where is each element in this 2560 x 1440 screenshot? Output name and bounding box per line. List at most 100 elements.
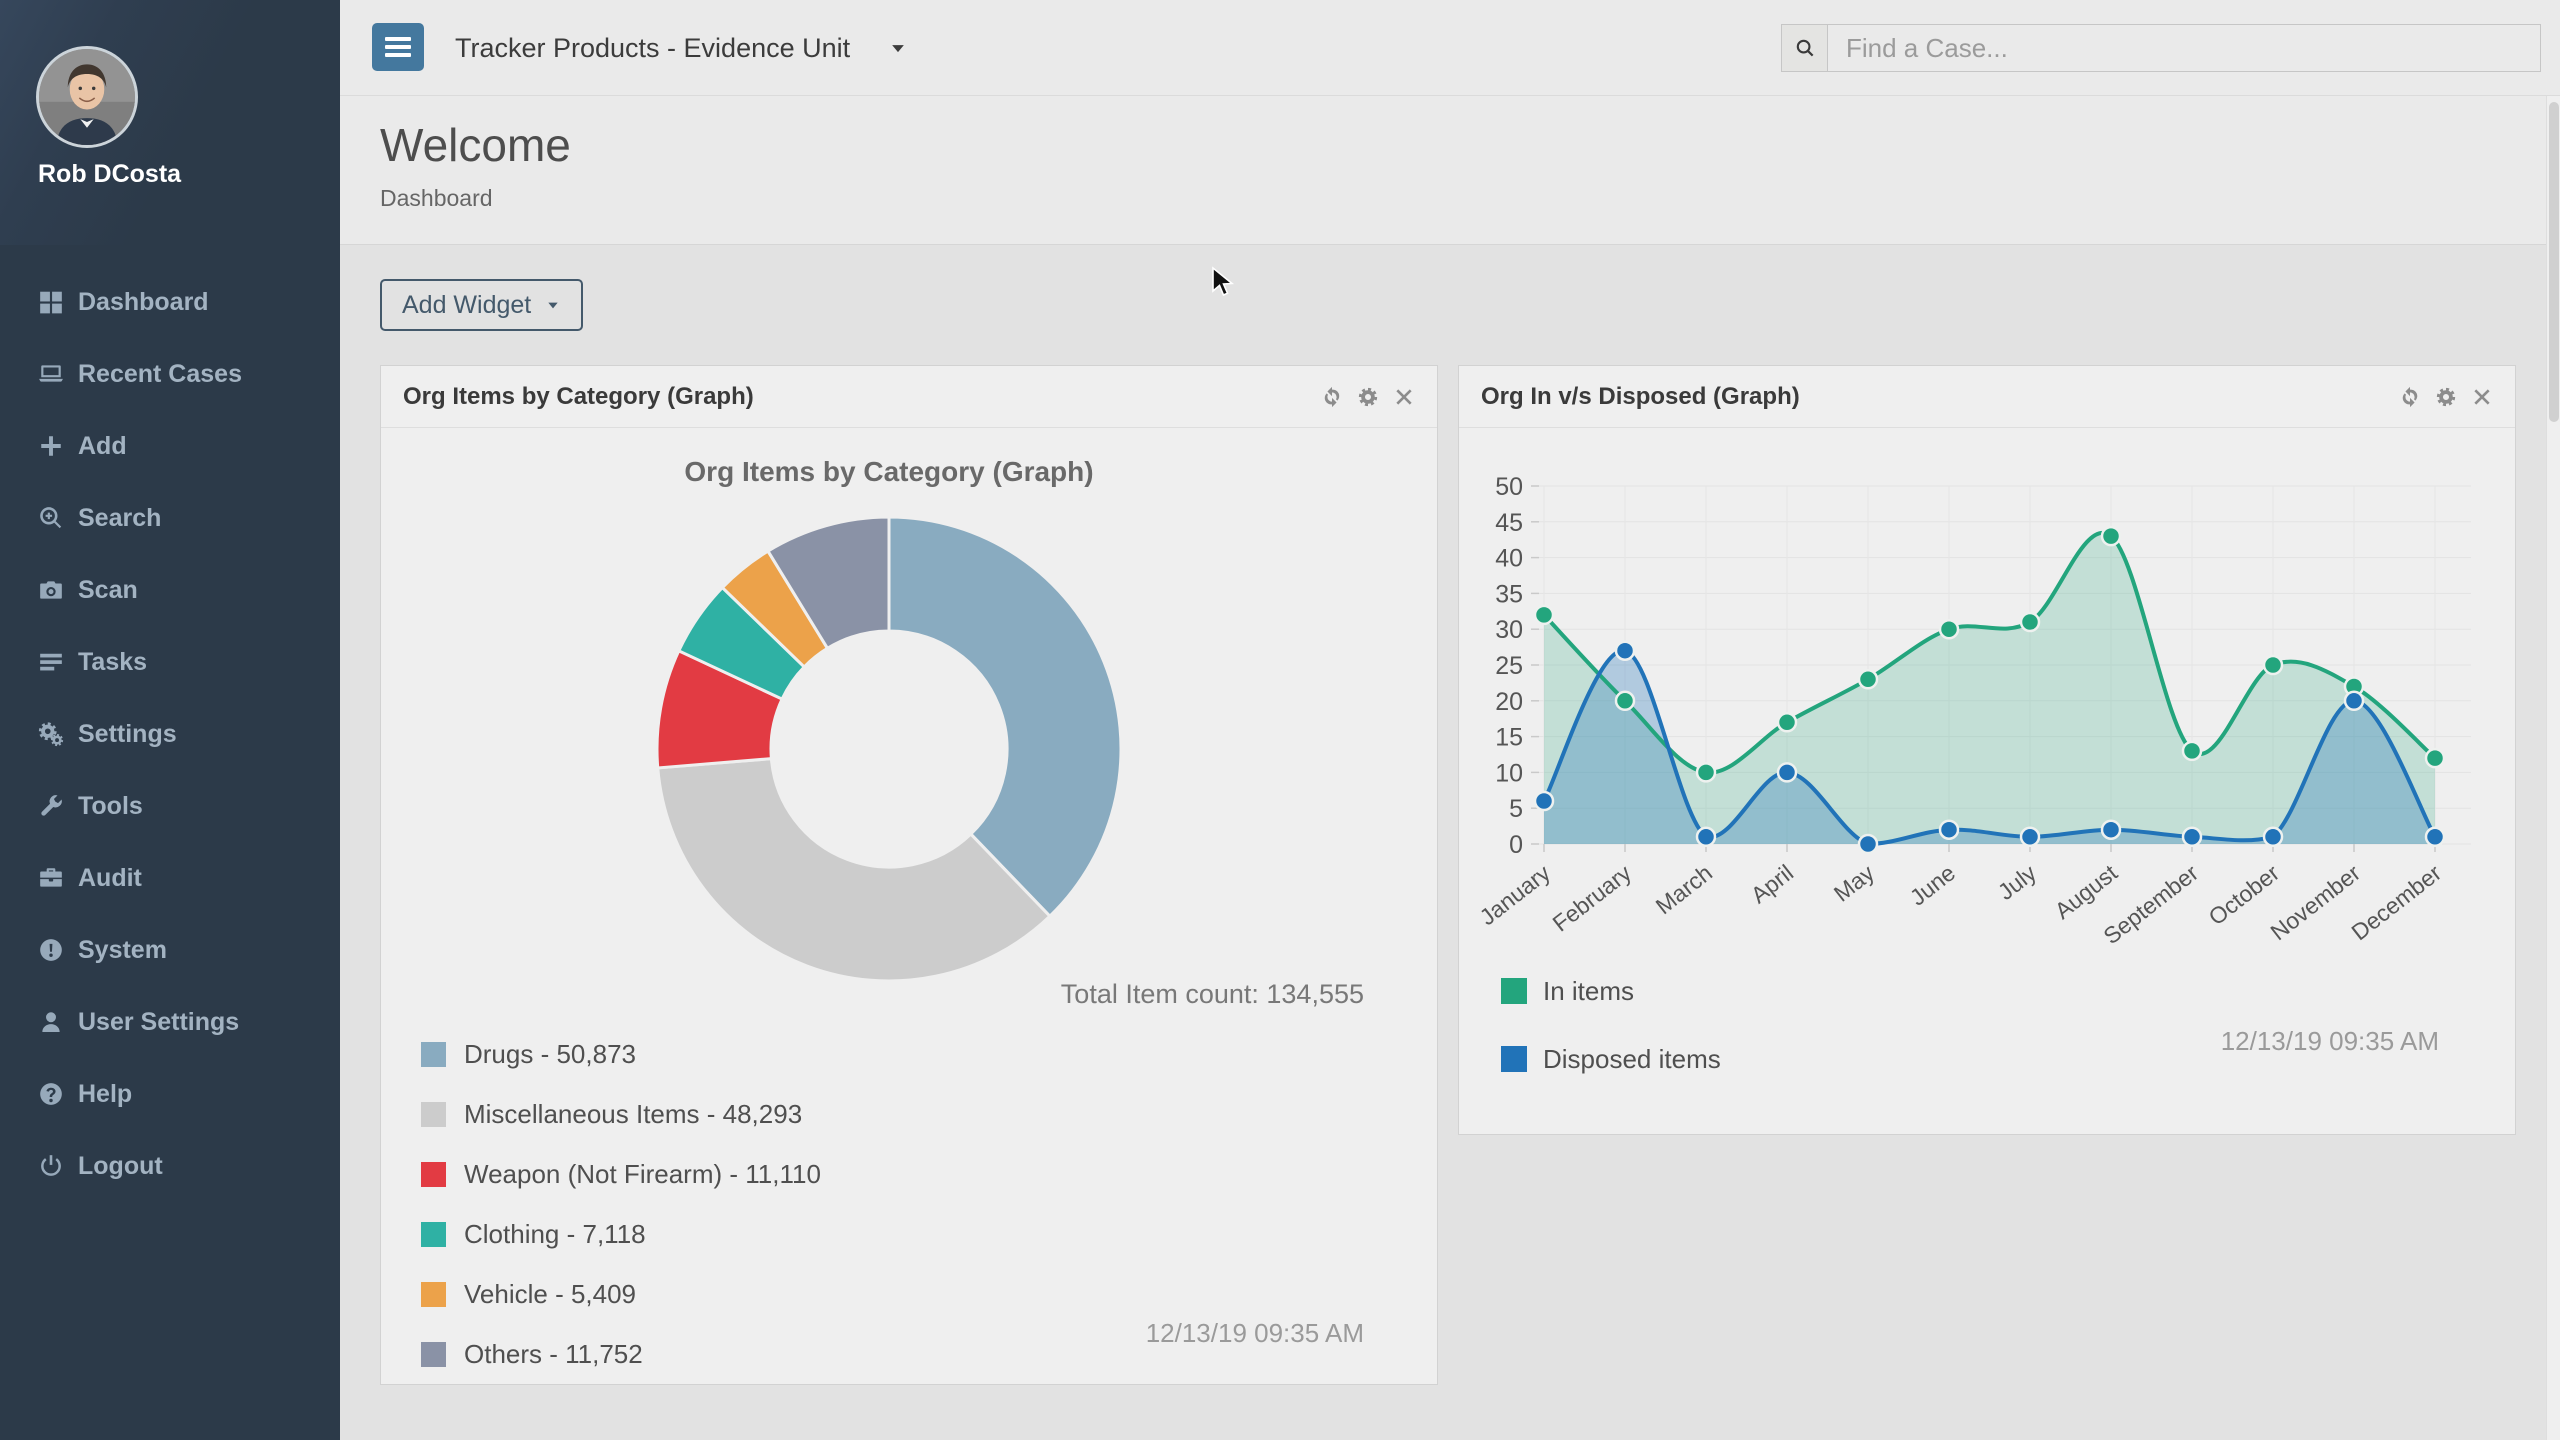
line-chart[interactable]: 05101520253035404550JanuaryFebruaryMarch… — [1459, 428, 2515, 948]
page-head: Welcome Dashboard — [340, 96, 2560, 245]
legend-item: Disposed items — [1501, 1041, 1721, 1077]
widget-org-in-vs-disposed: Org In v/s Disposed (Graph) 051015202530… — [1458, 365, 2516, 1135]
avatar-photo — [39, 49, 135, 145]
legend-item: Others - 11,752 — [421, 1324, 821, 1384]
line-chart-legend: In items Disposed items — [1501, 973, 1721, 1109]
legend-label: Disposed items — [1543, 1044, 1721, 1075]
sidebar-item-audit[interactable]: Audit — [0, 842, 340, 914]
sidebar-item-dashboard[interactable]: Dashboard — [0, 266, 340, 338]
legend-item: Miscellaneous Items - 48,293 — [421, 1084, 821, 1144]
search-input[interactable] — [1827, 24, 2541, 72]
gears-icon — [38, 721, 64, 747]
svg-text:July: July — [1993, 859, 2042, 905]
add-widget-button[interactable]: Add Widget — [380, 279, 583, 331]
sidebar-item-label: Scan — [78, 576, 138, 605]
sidebar-item-search[interactable]: Search — [0, 482, 340, 554]
svg-text:5: 5 — [1509, 795, 1523, 823]
sidebar-item-label: Logout — [78, 1152, 163, 1181]
svg-text:20: 20 — [1495, 688, 1523, 716]
legend-label: Miscellaneous Items - 48,293 — [464, 1099, 802, 1130]
page-title: Welcome — [380, 96, 2560, 172]
sidebar-item-user-settings[interactable]: User Settings — [0, 986, 340, 1058]
avatar[interactable] — [36, 46, 138, 148]
page-scrollbar[interactable] — [2546, 96, 2560, 1440]
briefcase-icon — [38, 865, 64, 891]
scrollbar-thumb[interactable] — [2549, 102, 2559, 422]
app-title-dropdown[interactable]: Tracker Products - Evidence Unit — [455, 0, 908, 96]
dashboard-content: Add Widget Org Items by Category (Graph) — [340, 245, 2560, 1439]
grid-icon — [38, 289, 64, 315]
sidebar-item-add[interactable]: Add — [0, 410, 340, 482]
widget-title: Org Items by Category (Graph) — [403, 383, 754, 411]
camera-icon — [38, 577, 64, 603]
svg-text:35: 35 — [1495, 580, 1523, 608]
svg-text:50: 50 — [1495, 473, 1523, 501]
sidebar-item-label: System — [78, 936, 167, 965]
close-icon[interactable] — [1393, 386, 1415, 408]
legend-label: In items — [1543, 976, 1634, 1007]
sidebar-item-help[interactable]: Help — [0, 1058, 340, 1130]
legend-swatch — [1501, 1046, 1527, 1072]
svg-text:0: 0 — [1509, 831, 1523, 859]
svg-text:April: April — [1746, 859, 1798, 908]
sidebar-item-label: Add — [78, 432, 127, 461]
svg-text:November: November — [2265, 859, 2365, 945]
widget-row: Org Items by Category (Graph) Org Items … — [380, 365, 2516, 1385]
search-icon[interactable] — [1781, 24, 1827, 72]
breadcrumb: Dashboard — [380, 185, 2560, 212]
gear-icon[interactable] — [1357, 386, 1379, 408]
svg-text:30: 30 — [1495, 616, 1523, 644]
refresh-icon[interactable] — [2399, 386, 2421, 408]
sidebar-item-label: User Settings — [78, 1008, 239, 1037]
topbar: Tracker Products - Evidence Unit — [340, 0, 2560, 96]
sidebar-header: Rob DCosta — [0, 0, 340, 245]
help-icon — [38, 1081, 64, 1107]
refresh-icon[interactable] — [1321, 386, 1343, 408]
sidebar-item-system[interactable]: System — [0, 914, 340, 986]
widget-header: Org In v/s Disposed (Graph) — [1459, 366, 2515, 428]
sidebar-item-recent-cases[interactable]: Recent Cases — [0, 338, 340, 410]
gear-icon[interactable] — [2435, 386, 2457, 408]
svg-text:August: August — [2050, 859, 2123, 924]
widget-timestamp: 12/13/19 09:35 AM — [1146, 1318, 1364, 1349]
sidebar: Rob DCosta DashboardRecent Cases Add Searc… — [0, 0, 340, 1440]
app-title: Tracker Products - Evidence Unit — [455, 33, 850, 64]
widget-header: Org Items by Category (Graph) — [381, 366, 1437, 428]
legend-swatch — [1501, 978, 1527, 1004]
user-name: Rob DCosta — [38, 160, 181, 189]
sidebar-item-scan[interactable]: Scan — [0, 554, 340, 626]
app-root: Rob DCosta DashboardRecent CasesAddSearc… — [0, 0, 2560, 1440]
donut-chart-legend: Drugs - 50,873 Miscellaneous Items - 48,2… — [421, 1024, 821, 1384]
svg-text:40: 40 — [1495, 545, 1523, 573]
close-icon[interactable] — [2471, 386, 2493, 408]
sidebar-item-label: Audit — [78, 864, 142, 893]
svg-text:May: May — [1829, 859, 1880, 907]
legend-item: Clothing - 7,118 — [421, 1204, 821, 1264]
sidebar-item-label: Settings — [78, 720, 177, 749]
legend-swatch — [421, 1162, 446, 1187]
legend-label: Weapon (Not Firearm) - 11,110 — [464, 1159, 821, 1190]
donut-chart[interactable] — [653, 513, 1125, 985]
svg-text:March: March — [1651, 859, 1717, 919]
case-search — [1781, 24, 2541, 72]
zoom-icon — [38, 505, 64, 531]
legend-swatch — [421, 1282, 446, 1307]
sidebar-item-tasks[interactable]: Tasks — [0, 626, 340, 698]
sidebar-item-tools[interactable]: Tools — [0, 770, 340, 842]
sidebar-item-settings[interactable]: Settings — [0, 698, 340, 770]
legend-label: Drugs - 50,873 — [464, 1039, 636, 1070]
plus-icon — [38, 433, 64, 459]
widget-body: 05101520253035404550JanuaryFebruaryMarch… — [1459, 428, 2515, 1134]
chevron-down-icon — [545, 297, 561, 313]
sidebar-item-logout[interactable]: Logout — [0, 1130, 340, 1202]
laptop-icon — [38, 361, 64, 387]
sidebar-item-label: Tools — [78, 792, 143, 821]
legend-item: Drugs - 50,873 — [421, 1024, 821, 1084]
hamburger-menu-button[interactable] — [372, 23, 424, 71]
legend-item: Weapon (Not Firearm) - 11,110 — [421, 1144, 821, 1204]
svg-text:June: June — [1905, 859, 1960, 910]
legend-label: Vehicle - 5,409 — [464, 1279, 636, 1310]
legend-item: In items — [1501, 973, 1721, 1009]
chevron-down-icon — [888, 38, 908, 58]
sidebar-item-label: Search — [78, 504, 161, 533]
